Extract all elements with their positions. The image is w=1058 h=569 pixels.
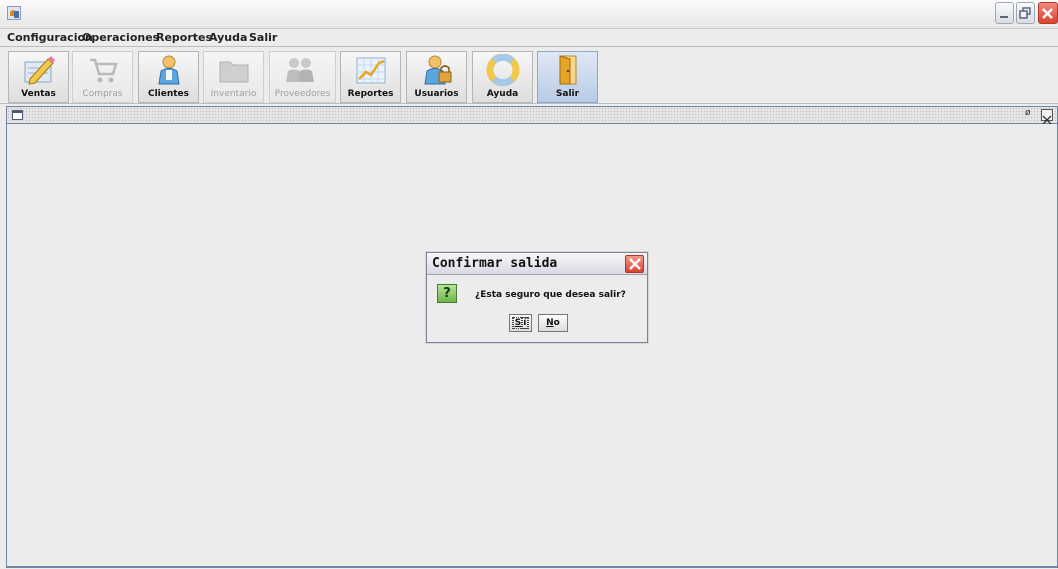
chart-icon [356, 57, 386, 84]
dialog-message: ¿Esta seguro que desea salir? [475, 290, 626, 300]
iconify-icon: ø [1025, 108, 1031, 118]
iconify-button[interactable]: ø [1025, 108, 1037, 121]
menu-configuracion[interactable]: Configuracion [7, 31, 93, 44]
folder-icon [219, 61, 249, 83]
salir-label: Salir [555, 89, 580, 99]
compras-button[interactable]: Compras [72, 51, 133, 103]
close-icon [1042, 8, 1053, 19]
menu-bar: Configuracion Operaciones Reportes Ayuda… [0, 29, 1058, 46]
yes-mnemonic: S [512, 317, 524, 329]
internal-frame-close-button[interactable] [1041, 109, 1053, 125]
window-title-bar [0, 0, 1058, 29]
reportes-button[interactable]: Reportes [340, 51, 401, 103]
java-app-icon [7, 6, 21, 20]
restore-icon [1019, 7, 1031, 19]
desktop-pane [6, 124, 1058, 568]
user-icon [158, 55, 180, 85]
minimize-button[interactable] [995, 2, 1014, 24]
main-toolbar: Ventas Compras Clientes Inventario Prove… [0, 46, 1058, 104]
confirm-exit-dialog: Confirmar salida ? ¿Esta seguro que dese… [426, 252, 648, 343]
usuarios-button[interactable]: Usuarios [406, 51, 467, 103]
compras-label: Compras [82, 89, 123, 99]
proveedores-label: Proveedores [274, 89, 331, 99]
menu-reportes[interactable]: Reportes [156, 31, 212, 44]
user-lock-icon [424, 55, 452, 85]
maximize-button[interactable] [1016, 2, 1035, 24]
no-mnemonic: N [546, 318, 554, 328]
users-icon [286, 58, 314, 82]
ayuda-button[interactable]: Ayuda [472, 51, 533, 103]
internal-frame-title-bar[interactable]: ø [6, 106, 1058, 125]
inventario-button[interactable]: Inventario [203, 51, 264, 103]
usuarios-label: Usuarios [414, 89, 459, 99]
dialog-title-bar[interactable]: Confirmar salida [427, 253, 647, 275]
lifebuoy-icon [486, 54, 520, 86]
close-icon [629, 258, 641, 270]
reportes-label: Reportes [347, 89, 394, 99]
ventas-label: Ventas [21, 89, 56, 99]
menu-operaciones[interactable]: Operaciones [82, 31, 159, 44]
question-icon: ? [437, 284, 457, 303]
pencil-icon [24, 56, 55, 85]
yes-label-rest: í [521, 317, 529, 329]
door-icon [559, 55, 577, 85]
dialog-title: Confirmar salida [432, 256, 558, 271]
inventario-label: Inventario [210, 89, 257, 99]
ventas-button[interactable]: Ventas [8, 51, 69, 103]
menu-ayuda[interactable]: Ayuda [209, 31, 247, 44]
salir-button[interactable]: Salir [537, 51, 598, 103]
no-button[interactable]: No [538, 314, 568, 332]
shopping-cart-icon [90, 58, 118, 83]
yes-button[interactable]: Sí [509, 314, 532, 332]
close-window-button[interactable] [1038, 2, 1058, 24]
ayuda-label: Ayuda [486, 89, 519, 99]
dialog-close-button[interactable] [625, 255, 644, 273]
proveedores-button[interactable]: Proveedores [269, 51, 336, 103]
frame-icon [12, 110, 23, 120]
clientes-button[interactable]: Clientes [138, 51, 199, 103]
menu-salir[interactable]: Salir [249, 31, 277, 44]
no-label-rest: o [553, 318, 560, 328]
clientes-label: Clientes [147, 89, 190, 99]
minimize-icon [1000, 16, 1008, 18]
